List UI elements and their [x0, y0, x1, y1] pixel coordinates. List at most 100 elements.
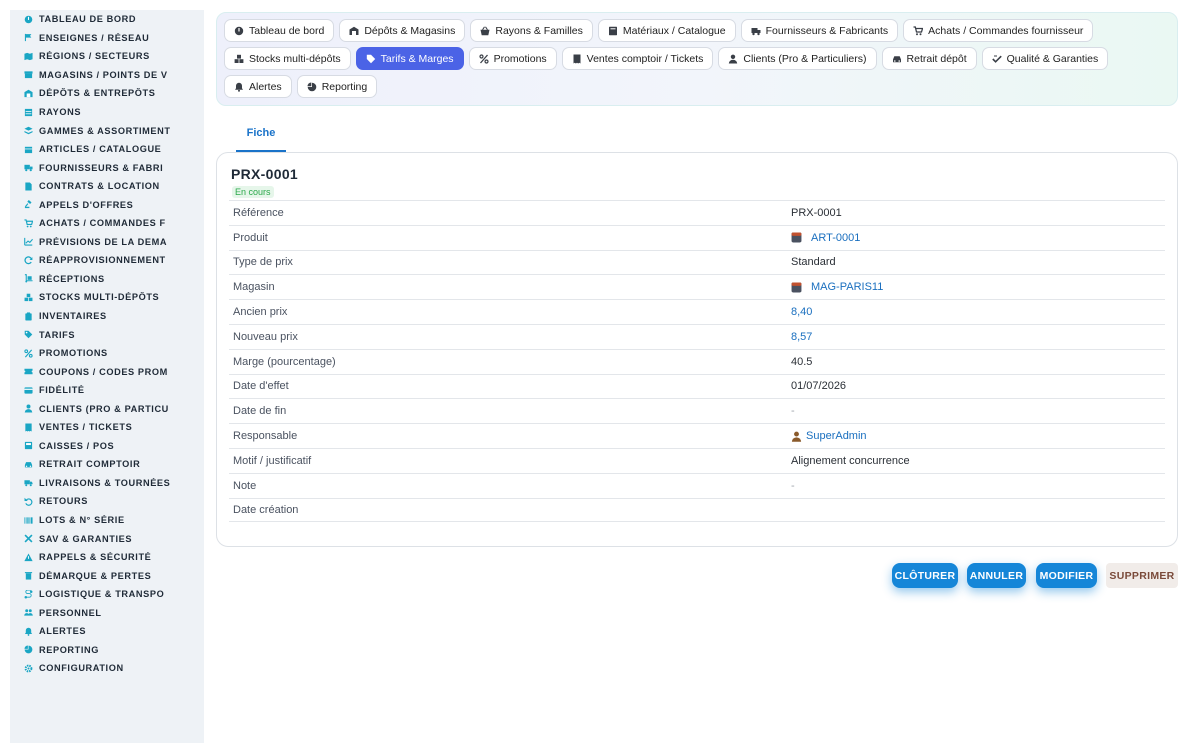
field-row: Marge (pourcentage) 40.5 — [229, 348, 1165, 374]
field-value-text: ART-0001 — [811, 231, 861, 244]
sidebar-item-label: COUPONS / CODES PROM — [39, 366, 168, 377]
sidebar-item-13[interactable]: RÉAPPROVISIONNEMENT — [10, 251, 204, 270]
sidebar-item-label: ALERTES — [39, 626, 87, 637]
sidebar-item-27[interactable]: LOTS & N° SÉRIE — [10, 511, 204, 530]
tab-alertes[interactable]: Alertes — [224, 75, 292, 98]
document-icon — [24, 182, 33, 191]
field-row: Date d'effet 01/07/2026 — [229, 373, 1165, 399]
field-label: Nouveau prix — [233, 330, 298, 343]
gear-icon — [24, 664, 33, 673]
tab-stocks-multi-d-p-ts[interactable]: Stocks multi-dépôts — [224, 47, 351, 70]
shelf-icon — [24, 108, 33, 117]
field-value-text: Standard — [791, 256, 836, 269]
catalog-icon — [608, 26, 618, 36]
field-value-link[interactable]: MAG-PARIS11 — [791, 281, 883, 293]
field-value: - — [791, 405, 795, 417]
field-value-text: MAG-PARIS11 — [811, 281, 884, 294]
tab-rayons-familles[interactable]: Rayons & Familles — [470, 19, 593, 42]
tab-reporting[interactable]: Reporting — [296, 75, 378, 98]
sidebar-item-19[interactable]: COUPONS / CODES PROM — [10, 362, 204, 381]
sidebar-item-0[interactable]: TABLEAU DE BORD — [10, 10, 204, 29]
receipt-icon — [572, 54, 582, 64]
basket-icon — [480, 26, 490, 36]
field-row: Type de prix Standard — [229, 249, 1165, 275]
sidebar-item-12[interactable]: PRÉVISIONS DE LA DEMA — [10, 233, 204, 252]
sidebar-item-18[interactable]: PROMOTIONS — [10, 344, 204, 363]
sidebar-item-29[interactable]: RAPPELS & SÉCURITÉ — [10, 548, 204, 567]
delete-button[interactable]: SUPPRIMER — [1106, 563, 1178, 588]
tab-qualit-garanties[interactable]: Qualité & Garanties — [981, 47, 1109, 70]
percent-icon — [24, 348, 33, 358]
tab-d-p-ts-magasins[interactable]: Dépôts & Magasins — [339, 19, 466, 42]
tab-label: Promotions — [493, 52, 547, 65]
sidebar-item-25[interactable]: LIVRAISONS & TOURNÉES — [10, 474, 204, 493]
tab-ventes-comptoir-tickets[interactable]: Ventes comptoir / Tickets — [561, 47, 714, 70]
sidebar-item-31[interactable]: LOGISTIQUE & TRANSPO — [10, 585, 204, 604]
status-badge: En cours — [232, 186, 274, 198]
sidebar-item-26[interactable]: RETOURS — [10, 492, 204, 511]
sidebar-item-16[interactable]: INVENTAIRES — [10, 307, 204, 326]
sidebar-item-35[interactable]: CONFIGURATION — [10, 659, 204, 678]
sidebar-item-label: RÉGIONS / SECTEURS — [39, 51, 150, 62]
cancel-button[interactable]: ANNULER — [967, 563, 1026, 588]
sidebar-item-23[interactable]: CAISSES / POS — [10, 437, 204, 456]
sidebar-item-14[interactable]: RÉCEPTIONS — [10, 270, 204, 289]
tab-tableau-de-bord[interactable]: Tableau de bord — [224, 19, 335, 42]
close-button[interactable]: CLÔTURER — [892, 563, 958, 588]
edit-button[interactable]: MODIFIER — [1036, 563, 1097, 588]
tab-tarifs-marges[interactable]: Tarifs & Marges — [355, 47, 464, 70]
tools-icon — [24, 534, 33, 543]
sidebar-item-15[interactable]: STOCKS MULTI-DÉPÔTS — [10, 288, 204, 307]
module-tab-bar: Tableau de bord Dépôts & Magasins Rayons &… — [216, 12, 1178, 106]
flag-icon — [24, 33, 33, 42]
field-row: Date de fin - — [229, 398, 1165, 423]
tab-fournisseurs-fabricants[interactable]: Fournisseurs & Fabricants — [740, 19, 899, 42]
sidebar-item-6[interactable]: GAMMES & ASSORTIMENT — [10, 121, 204, 140]
sidebar-item-label: CONTRATS & LOCATION — [39, 181, 160, 192]
sidebar-item-7[interactable]: ARTICLES / CATALOGUE — [10, 140, 204, 159]
refresh-icon — [24, 256, 33, 265]
app-root: TABLEAU DE BORD ENSEIGNES / RÉSEAU RÉGIONS… — [0, 0, 1200, 743]
sidebar-item-8[interactable]: FOURNISSEURS & FABRI — [10, 158, 204, 177]
sidebar-item-32[interactable]: PERSONNEL — [10, 604, 204, 623]
sidebar-item-label: LOGISTIQUE & TRANSPO — [39, 589, 165, 600]
sidebar-item-2[interactable]: RÉGIONS / SECTEURS — [10, 47, 204, 66]
tab-fiche[interactable]: Fiche — [236, 120, 286, 152]
sidebar-item-label: APPELS D'OFFRES — [39, 199, 134, 210]
cart-icon — [913, 25, 924, 36]
sidebar-item-24[interactable]: RETRAIT COMPTOIR — [10, 455, 204, 474]
sidebar-item-4[interactable]: DÉPÔTS & ENTREPÔTS — [10, 84, 204, 103]
sidebar-item-label: PROMOTIONS — [39, 348, 108, 359]
sidebar-item-28[interactable]: SAV & GARANTIES — [10, 529, 204, 548]
sidebar-item-20[interactable]: FIDÉLITÉ — [10, 381, 204, 400]
field-row: Responsable SuperAdmin — [229, 423, 1165, 448]
sidebar-item-9[interactable]: CONTRATS & LOCATION — [10, 177, 204, 196]
tab-promotions[interactable]: Promotions — [468, 47, 557, 70]
field-value: PRX-0001 — [791, 207, 842, 219]
sidebar-item-21[interactable]: CLIENTS (PRO & PARTICU — [10, 399, 204, 418]
sidebar-item-label: STOCKS MULTI-DÉPÔTS — [39, 292, 160, 303]
field-row: Produit ART-0001 — [229, 224, 1165, 250]
sidebar-item-label: FOURNISSEURS & FABRI — [39, 162, 164, 173]
sidebar-item-17[interactable]: TARIFS — [10, 325, 204, 344]
sidebar-item-5[interactable]: RAYONS — [10, 103, 204, 122]
sidebar-item-33[interactable]: ALERTES — [10, 622, 204, 641]
tab-label: Rayons & Familles — [495, 24, 583, 37]
sidebar-item-22[interactable]: VENTES / TICKETS — [10, 418, 204, 437]
tab-label: Achats / Commandes fournisseur — [928, 24, 1084, 37]
tab-clients-pro-particuliers[interactable]: Clients (Pro & Particuliers) — [718, 47, 877, 70]
field-value-user-link[interactable]: SuperAdmin — [791, 430, 867, 442]
tab-achats-commandes-fournisseur[interactable]: Achats / Commandes fournisseur — [903, 19, 1094, 42]
tab-retrait-d-p-t[interactable]: Retrait dépôt — [881, 47, 977, 70]
field-value-text: 8,57 — [791, 330, 813, 343]
sidebar-item-1[interactable]: ENSEIGNES / RÉSEAU — [10, 29, 204, 48]
sidebar-item-30[interactable]: DÉMARQUE & PERTES — [10, 566, 204, 585]
tab-label: Dépôts & Magasins — [364, 24, 456, 37]
sidebar-item-10[interactable]: APPELS D'OFFRES — [10, 195, 204, 214]
sidebar-item-34[interactable]: REPORTING — [10, 641, 204, 660]
sidebar-item-3[interactable]: MAGASINS / POINTS DE V — [10, 66, 204, 85]
field-value-link[interactable]: ART-0001 — [791, 232, 860, 244]
sidebar-item-11[interactable]: ACHATS / COMMANDES F — [10, 214, 204, 233]
tab-mat-riaux-catalogue[interactable]: Matériaux / Catalogue — [597, 19, 736, 42]
warehouse-icon — [349, 26, 359, 36]
